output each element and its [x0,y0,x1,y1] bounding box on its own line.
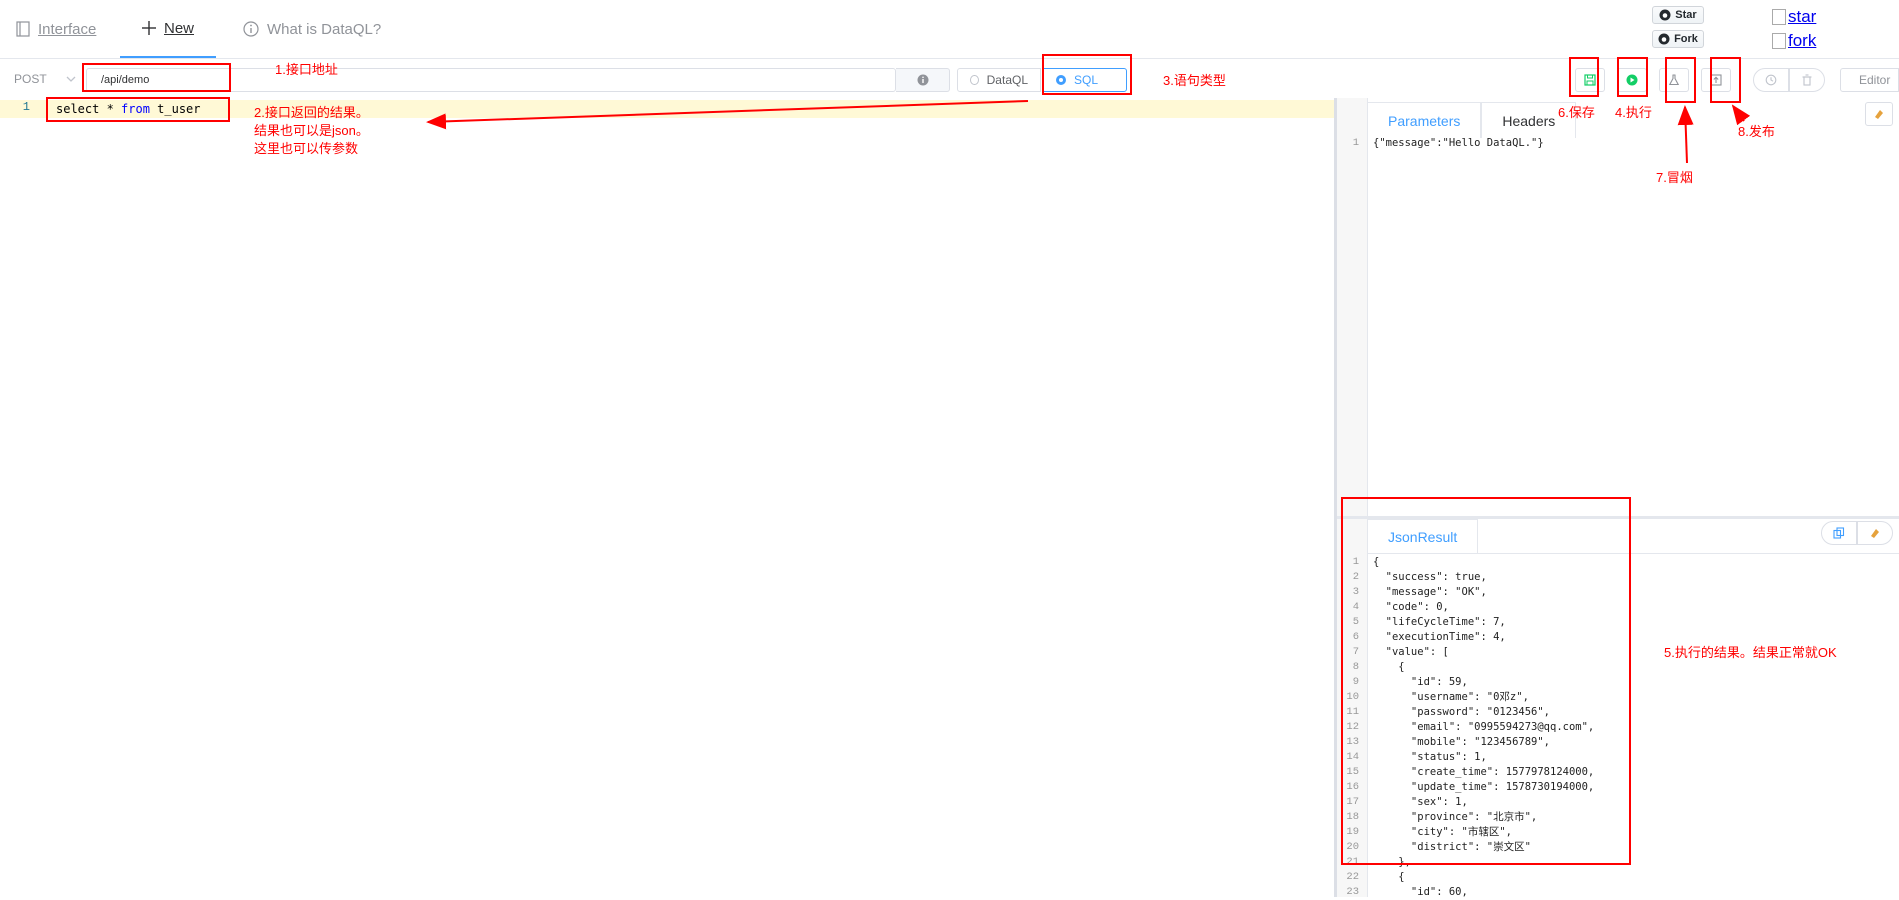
annotation-box-result [1341,497,1631,865]
annotation-box-code [46,97,230,122]
tab-what-is-dataql[interactable]: What is DataQL? [243,0,381,58]
copy-button[interactable] [1821,521,1857,545]
line-number: 1 [22,100,30,114]
annotation-box-type [1042,54,1132,95]
path-info-button[interactable] [896,68,950,92]
annotation-box-smoke [1665,57,1696,103]
parameters-pane: 1 Parameters Headers {"message":"Hello D… [1337,98,1899,516]
star-badge-alt: star [1788,7,1817,26]
eraser-icon [1875,110,1883,119]
copy-icon [1833,527,1845,539]
tab-new[interactable]: New [120,0,217,58]
chevron-down-icon [66,76,76,82]
method-select[interactable]: POST [4,68,82,90]
broken-image-icon [1772,9,1786,25]
github-fork-button[interactable]: Fork [1652,30,1704,48]
method-value: POST [14,72,47,86]
annotation-5: 5.执行的结果。结果正常就OK [1664,645,1837,660]
params-gutter: 1 [1337,98,1368,516]
tab-interface[interactable]: Interface [16,0,96,58]
code-editor[interactable]: 1 select * from t_user [0,98,1334,897]
radio-dot-icon [970,75,979,85]
type-radio-dataql[interactable]: DataQL [957,68,1041,92]
history-icon [1765,74,1777,86]
editor-button[interactable]: Editor [1840,68,1899,92]
tab-new-label: New [164,19,195,37]
annotation-3: 3.语句类型 [1163,73,1226,88]
book-icon [16,21,30,37]
tab-parameters[interactable]: Parameters [1367,102,1482,138]
trash-icon [1802,74,1812,86]
annotation-box-publish [1710,57,1741,103]
params-clear-button[interactable] [1865,102,1893,126]
fork-badge-alt: fork [1788,31,1817,50]
history-button[interactable] [1753,68,1789,92]
annotation-1: 1.接口地址 [275,62,338,77]
top-nav: Interface New What is DataQL? Star Fork … [0,0,1899,59]
fork-badge-link[interactable]: fork [1772,31,1816,51]
plus-icon [142,21,156,35]
tab-what-is-dataql-label: What is DataQL? [267,20,382,38]
annotation-box-save [1569,57,1599,97]
github-fork-label: Fork [1674,33,1698,45]
annotation-8: 8.发布 [1738,124,1775,139]
info-icon [917,74,928,86]
annotation-7: 7.冒烟 [1656,170,1693,185]
params-content[interactable]: {"message":"Hello DataQL."} [1373,136,1544,151]
github-star-button[interactable]: Star [1652,6,1704,24]
info-circle-icon [243,21,259,37]
broken-image-icon [1772,33,1786,49]
github-star-label: Star [1675,9,1697,21]
result-clear-button[interactable] [1857,521,1893,545]
delete-button[interactable] [1789,68,1825,92]
tab-interface-label: Interface [38,20,97,38]
annotation-6: 6.保存 [1558,105,1595,120]
eraser-icon [1871,529,1879,538]
star-badge-link[interactable]: star [1772,7,1816,27]
github-icon [1659,9,1671,21]
params-tabs: Parameters Headers [1367,102,1577,138]
annotation-2: 2.接口返回的结果。 结果也可以是json。 这里也可以传参数 [254,105,369,156]
github-icon [1658,33,1670,45]
type-dataql-label: DataQL [986,73,1028,87]
params-line-numbers: 1 [1352,137,1359,149]
annotation-box-run [1617,57,1648,97]
annotation-4: 4.执行 [1615,105,1652,120]
annotation-box-path [82,63,231,92]
